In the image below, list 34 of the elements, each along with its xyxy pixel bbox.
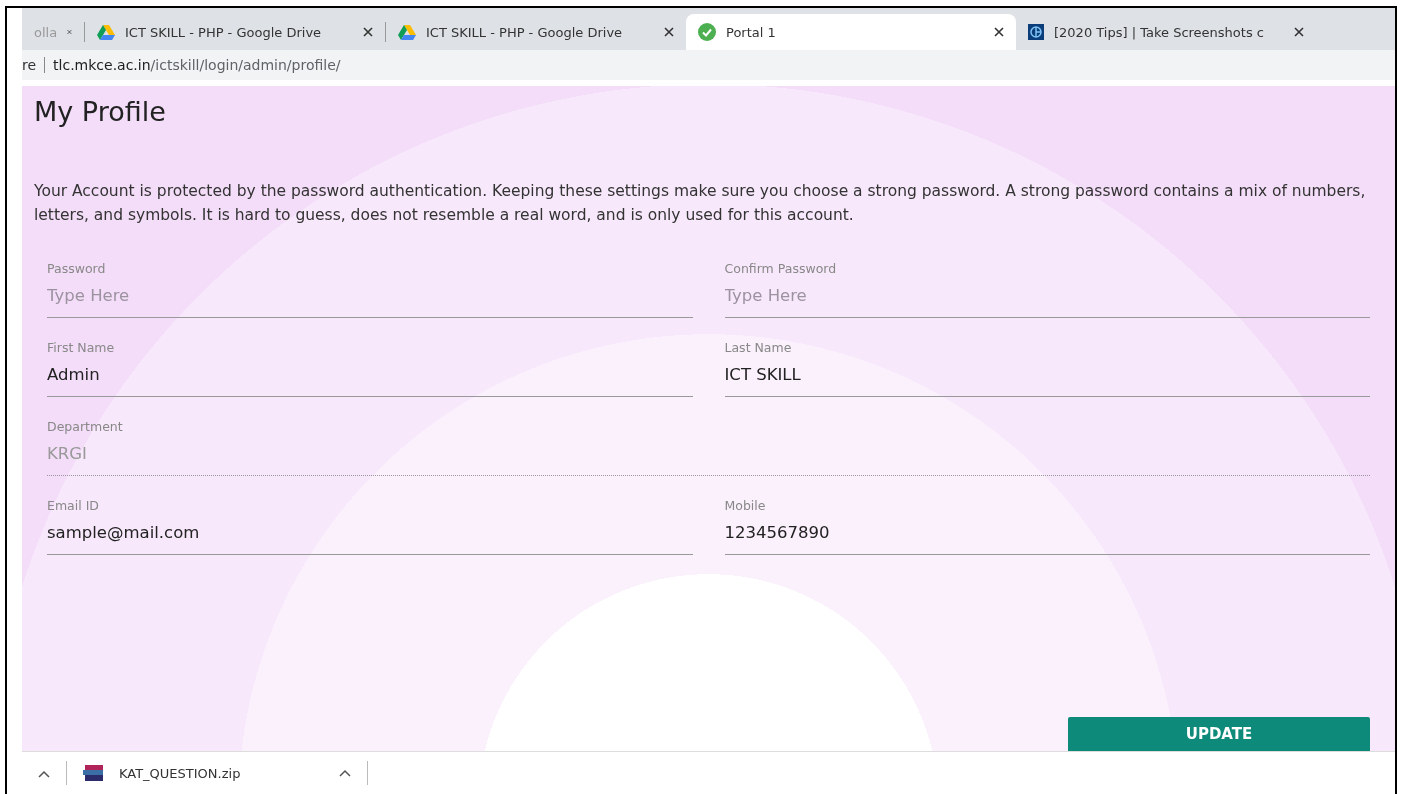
input-field[interactable]: ICT SKILL: [724, 365, 1370, 384]
check-circle-icon: [698, 23, 716, 41]
input-field[interactable]: Admin: [47, 365, 693, 384]
browser-tab[interactable]: ICT SKILL - PHP - Google Drive: [386, 14, 686, 50]
site-logo-icon: [1028, 24, 1044, 40]
close-icon[interactable]: [664, 27, 674, 37]
browser-tab[interactable]: Portal 1: [686, 14, 1016, 50]
field-label: Confirm Password: [724, 261, 838, 276]
password-field[interactable]: Type Here: [47, 286, 693, 305]
field-label: Email ID: [47, 498, 100, 513]
input-field[interactable]: sample@mail.com: [47, 523, 693, 542]
chevron-up-icon[interactable]: [38, 769, 50, 778]
field-label: Department: [47, 419, 124, 434]
page-title: My Profile: [34, 96, 167, 127]
security-label: re: [22, 57, 37, 73]
url-text[interactable]: tlc.mkce.ac.in/ictskill/login/admin/profile/: [53, 57, 341, 73]
download-file-name[interactable]: KAT_QUESTION.zip: [119, 765, 325, 781]
password-field[interactable]: Type Here: [724, 286, 1370, 305]
update-button[interactable]: UPDATE: [1068, 717, 1370, 751]
field-label: Mobile: [724, 498, 767, 513]
close-icon[interactable]: [363, 27, 373, 37]
description-text: Your Account is protected by the password authentication. Keeping these settings make sure you choose a strong password. A strong password contains a mix of numbers, letters, and symbols. It is hard to guess, does not resemble a real word, and is only used for this account.: [34, 181, 1367, 226]
input-field[interactable]: 1234567890: [724, 523, 1370, 542]
field-label: Password: [47, 261, 107, 276]
field-label: First Name: [47, 340, 116, 355]
browser-tab[interactable]: [2020 Tips] | Take Screenshots c: [1016, 14, 1316, 50]
close-icon[interactable]: [1294, 27, 1304, 37]
browser-tab[interactable]: ICT SKILL - PHP - Google Drive: [85, 14, 385, 50]
close-icon[interactable]: [994, 27, 1004, 37]
field-label: Last Name: [724, 340, 793, 355]
chevron-up-icon[interactable]: [339, 769, 351, 777]
triangle-logo-icon: [97, 24, 115, 40]
archive-file-icon: [83, 765, 105, 781]
triangle-logo-icon: [398, 24, 416, 40]
